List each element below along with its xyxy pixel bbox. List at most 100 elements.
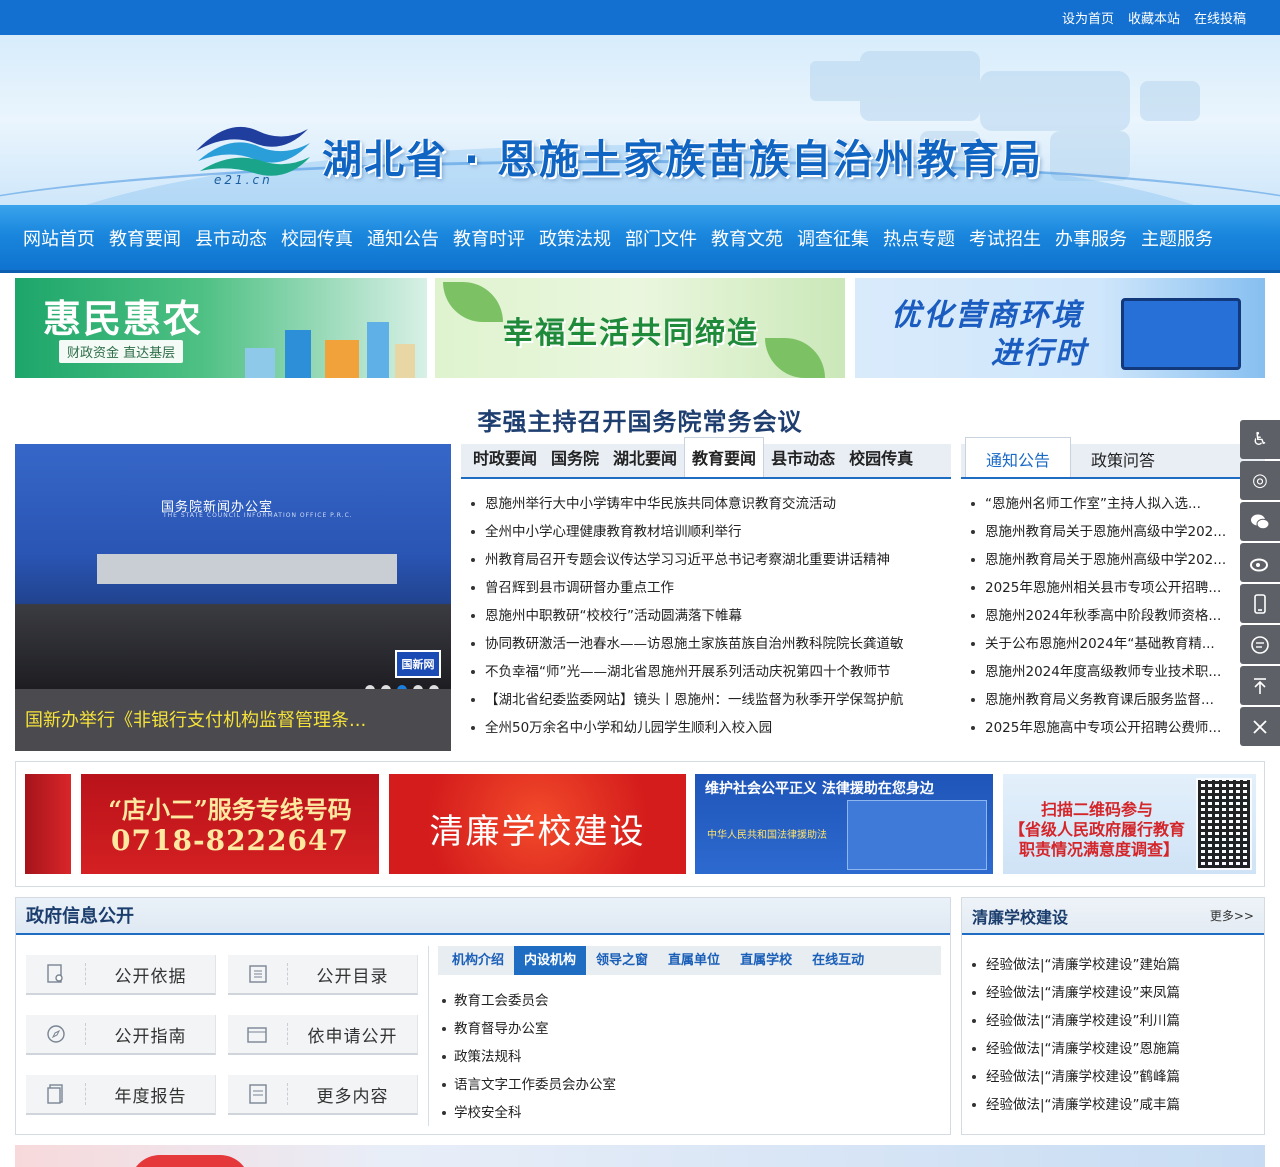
nav-item-documents[interactable]: 部门文件 [618,225,704,251]
tab-notices[interactable]: 通知公告 [965,437,1072,477]
tab-education-news[interactable]: 教育要闻 [684,437,765,477]
nav-item-surveys[interactable]: 调查征集 [790,225,876,251]
notice-item[interactable]: 2025年恩施州相关县市专项公开招聘... [969,574,1265,602]
notice-item[interactable]: 恩施州2024年度高级教师专业技术职... [969,658,1265,686]
close-icon[interactable] [1240,707,1280,746]
promo-benefit-farmers[interactable]: 惠民惠农 财政资金 直达基层 [15,278,427,378]
news-item[interactable]: 全州50万余名中小学和幼儿园学生顺利入校入园 [469,714,951,742]
ad-carousel: “店小二”服务专线号码 0718-8222647 清廉学校建设 维护社会公平正义… [15,761,1265,887]
tab-politics-news[interactable]: 时政要闻 [466,445,544,477]
nav-item-literature[interactable]: 教育文苑 [704,225,790,251]
nav-item-notices[interactable]: 通知公告 [360,225,446,251]
weibo-icon[interactable] [1240,543,1280,582]
notice-item[interactable]: 恩施州教育局关于恩施州高级中学202... [969,546,1265,574]
apply-disclosure-button[interactable]: 依申请公开 [228,1015,418,1055]
ad-title: 清廉学校建设 [429,812,646,852]
notice-item[interactable]: 恩施州2024年秋季高中阶段教师资格... [969,602,1265,630]
ad-service-hotline[interactable]: “店小二”服务专线号码 0718-8222647 [81,774,379,874]
more-content-button[interactable]: 更多内容 [228,1075,418,1115]
news-item[interactable]: 恩施州中职教研“校校行”活动圆满落下帷幕 [469,602,951,630]
message-icon[interactable] [1240,625,1280,664]
notice-item[interactable]: 恩施州教育局义务教育课后服务监督... [969,686,1265,714]
qr-code-icon [1196,778,1252,870]
tab-online-interaction[interactable]: 在线互动 [802,946,874,975]
nav-item-topics[interactable]: 热点专题 [876,225,962,251]
wechat-icon[interactable] [1240,502,1280,541]
set-homepage-link[interactable]: 设为首页 [1062,8,1114,27]
ad-line: 职责情况满意度调查】 [1019,840,1180,859]
button-label: 公开目录 [316,966,389,987]
tab-internal-org[interactable]: 内设机构 [514,946,587,975]
top-headline[interactable]: 李强主持召开国务院常务会议 [0,402,1280,437]
promo-happy-life[interactable]: 幸福生活共同缔造 [435,278,845,378]
notice-item[interactable]: “恩施州名师工作室”主持人拟入选... [969,490,1265,518]
nav-item-commentary[interactable]: 教育时评 [446,225,532,251]
tab-affiliated-units[interactable]: 直属单位 [658,946,730,975]
accessibility-icon[interactable]: ♿ [1240,420,1280,459]
bookmark-site-link[interactable]: 收藏本站 [1128,8,1180,27]
promo-business-environment[interactable]: 优化营商环境 进行时 [855,278,1265,378]
notice-item[interactable]: 2025年恩施高中专项公开招聘公费师... [969,714,1265,742]
nav-item-education-news[interactable]: 教育要闻 [102,225,188,251]
notice-item[interactable]: 恩施州教育局关于恩施州高级中学202... [969,518,1265,546]
tab-campus[interactable]: 校园传真 [842,445,920,477]
slider-caption[interactable]: 国新办举行《非银行支付机构监督管理条... [15,689,451,751]
clean-school-item[interactable]: 经验做法|“清廉学校建设”恩施篇 [970,1035,1264,1063]
more-link[interactable]: 更多>> [1210,907,1254,924]
tab-county-news[interactable]: 县市动态 [764,445,842,477]
news-item[interactable]: 全州中小学心理健康教育教材培训顺利举行 [469,518,951,546]
tab-leaders[interactable]: 领导之窗 [586,946,658,975]
news-item[interactable]: 恩施州举行大中小学铸牢中华民族共同体意识教育交流活动 [469,490,951,518]
news-item[interactable]: 曾召辉到县市调研督办重点工作 [469,574,951,602]
ad-title: 维护社会公平正义 法律援助在您身边 [705,781,934,797]
org-item[interactable]: 政策法规科 [440,1043,616,1071]
nav-item-services[interactable]: 办事服务 [1048,225,1134,251]
ad-legal-aid[interactable]: 维护社会公平正义 法律援助在您身边 中华人民共和国法律援助法 [695,774,993,874]
news-item[interactable]: 不负幸福“师”光——湖北省恩施州开展系列活动庆祝第四十个教师节 [469,658,951,686]
clean-school-item[interactable]: 经验做法|“清廉学校建设”鹤峰篇 [970,1063,1264,1091]
org-item[interactable]: 教育督导办公室 [440,1015,616,1043]
org-item[interactable]: 教育工会委员会 [440,987,616,1015]
tab-org-intro[interactable]: 机构介绍 [442,946,514,975]
nav-item-policies[interactable]: 政策法规 [532,225,618,251]
news-tabs: 时政要闻 国务院 湖北要闻 教育要闻 县市动态 校园传真 [461,437,951,479]
ad-banner-partial[interactable] [25,774,71,874]
open-catalog-button[interactable]: 公开目录 [228,955,418,995]
open-guide-button[interactable]: 公开指南 [26,1015,216,1055]
nav-item-county-news[interactable]: 县市动态 [188,225,274,251]
clean-school-item[interactable]: 经验做法|“清廉学校建设”咸丰篇 [970,1091,1264,1119]
tab-policy-qa[interactable]: 政策问答 [1071,447,1175,477]
tab-affiliated-schools[interactable]: 直属学校 [730,946,802,975]
nav-item-exams[interactable]: 考试招生 [962,225,1048,251]
ad-satisfaction-survey[interactable]: 扫描二维码参与 【省级人民政府履行教育 职责情况满意度调查】 [1003,774,1256,874]
bottom-banner[interactable] [15,1145,1265,1167]
tab-hubei-news[interactable]: 湖北要闻 [606,445,684,477]
promo-title: 幸福生活共同缔造 [503,316,759,351]
open-basis-button[interactable]: 公开依据 [26,955,216,995]
clean-school-item[interactable]: 经验做法|“清廉学校建设”来凤篇 [970,979,1264,1007]
divider [428,946,429,1126]
org-item[interactable]: 学校安全科 [440,1099,616,1127]
button-label: 公开指南 [114,1026,187,1047]
clean-school-item[interactable]: 经验做法|“清廉学校建设”利川篇 [970,1007,1264,1035]
org-item[interactable]: 语言文字工作委员会办公室 [440,1071,616,1099]
nav-item-campus[interactable]: 校园传真 [274,225,360,251]
submit-article-link[interactable]: 在线投稿 [1194,8,1246,27]
site-title: 湖北省 · 恩施土家族苗族自治州教育局 [322,137,1044,183]
news-item[interactable]: 【湖北省纪委监委网站】镜头丨恩施州：一线监督为秋季开学保驾护航 [469,686,951,714]
mobile-icon[interactable] [1240,584,1280,623]
elder-mode-icon[interactable]: ◎ [1240,461,1280,500]
news-slider[interactable]: 国务院新闻办公室 THE STATE COUNCIL INFORMATION O… [15,444,451,751]
annual-report-button[interactable]: 年度报告 [26,1075,216,1115]
tab-state-council[interactable]: 国务院 [544,445,606,477]
window-icon [228,1023,288,1045]
notice-item[interactable]: 关于公布恩施州2024年“基础教育精... [969,630,1265,658]
news-item[interactable]: 州教育局召开专题会议传达学习习近平总书记考察湖北重要讲话精神 [469,546,951,574]
report-icon [26,1083,86,1105]
nav-item-home[interactable]: 网站首页 [16,225,102,251]
nav-item-theme-services[interactable]: 主题服务 [1134,225,1220,251]
clean-school-item[interactable]: 经验做法|“清廉学校建设”建始篇 [970,951,1264,979]
back-to-top-icon[interactable] [1240,666,1280,705]
ad-clean-school[interactable]: 清廉学校建设 [389,774,686,874]
news-item[interactable]: 协同教研激活一池春水——访恩施土家族苗族自治州教科院院长龚道敏 [469,630,951,658]
